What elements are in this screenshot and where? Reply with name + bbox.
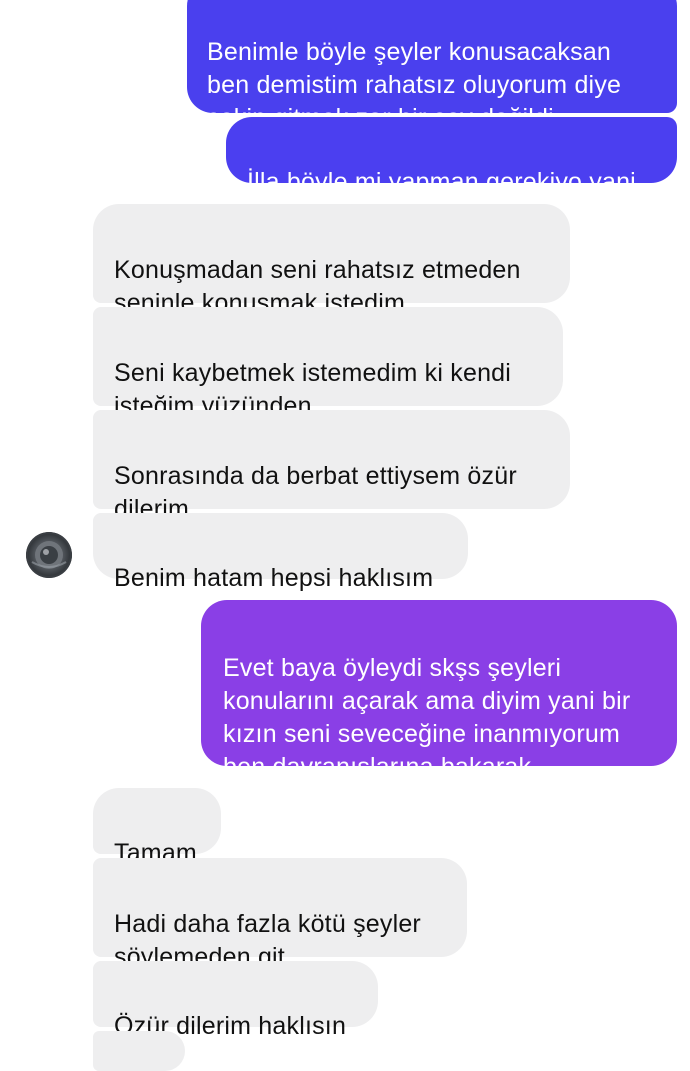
message-bubble-received[interactable]: Hadi daha fazla kötü şeyler söylemeden g…	[93, 858, 467, 971]
message-bubble-received[interactable]: Benim hatam hepsi haklısım	[93, 513, 468, 592]
contact-avatar[interactable]	[26, 532, 72, 578]
avatar-image	[26, 532, 72, 578]
message-bubble-received[interactable]: Seni kaybetmek istemedim ki kendi isteği…	[93, 307, 563, 420]
message-text: Evet baya öyleydi skşs şeyleri konuların…	[223, 654, 631, 781]
message-text: Benim hatam hepsi haklısım	[114, 564, 434, 592]
message-bubble-sent[interactable]: Evet baya öyleydi skşs şeyleri konuların…	[201, 600, 677, 781]
message-bubble-received-partial[interactable]	[93, 1031, 185, 1071]
message-bubble-sent[interactable]: Benimle böyle şeyler konusacaksan ben de…	[187, 0, 677, 132]
message-text: İlla böyle mi yapman gerekiyo yani	[247, 168, 636, 196]
message-bubble-received[interactable]: Özür dilerim haklısın	[93, 961, 378, 1040]
message-bubble-received[interactable]: Tamam	[93, 788, 221, 867]
message-bubble-sent[interactable]: İlla böyle mi yapman gerekiyo yani	[226, 117, 677, 196]
message-bubble-received[interactable]: Konuşmadan seni rahatsız etmeden seninle…	[93, 204, 570, 317]
message-bubble-received[interactable]: Sonrasında da berbat ettiysem özür diler…	[93, 410, 570, 523]
